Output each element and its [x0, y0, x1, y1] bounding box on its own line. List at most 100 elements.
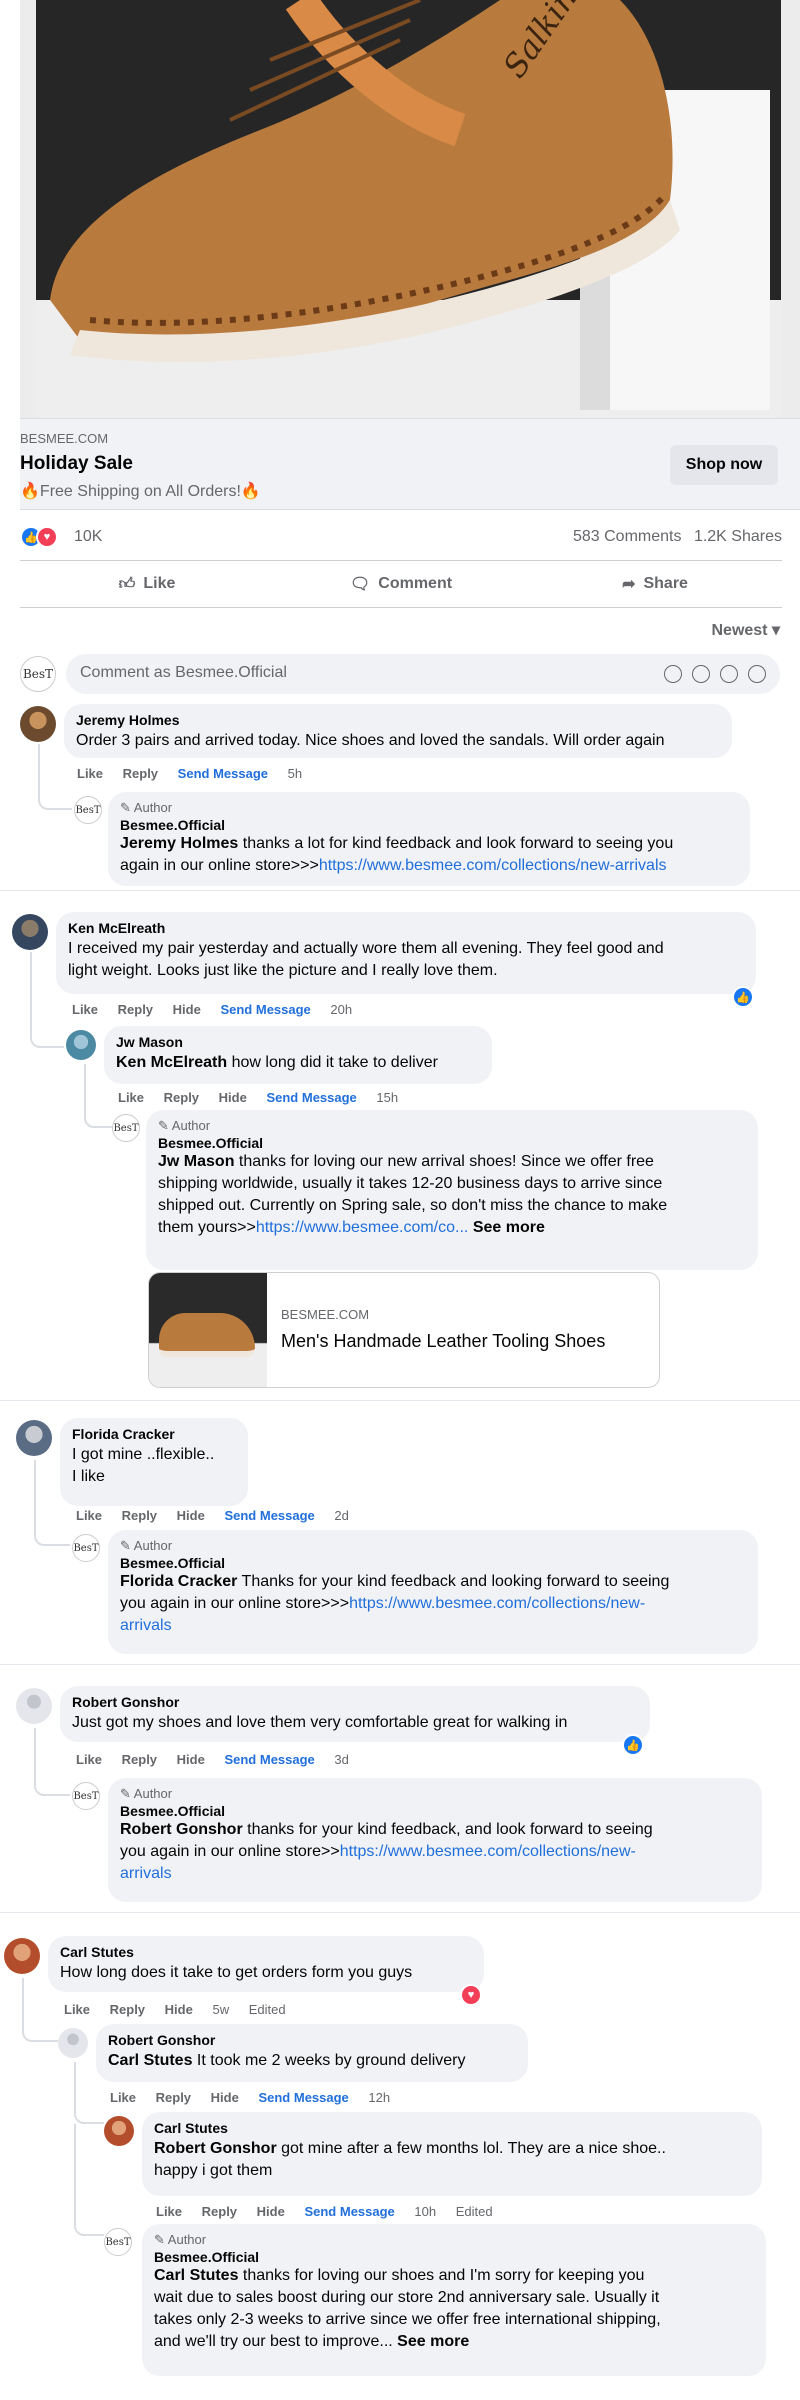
- reply-author[interactable]: Carl Stutes: [154, 2120, 750, 2136]
- reply-link[interactable]: Reply: [156, 2090, 191, 2105]
- link-preview[interactable]: BESMEE.COM Holiday Sale 🔥Free Shipping o…: [20, 418, 800, 510]
- mention[interactable]: Carl Stutes: [154, 2267, 238, 2284]
- post-image[interactable]: Salkin: [20, 0, 800, 418]
- timestamp[interactable]: 5w: [212, 2002, 229, 2017]
- timestamp[interactable]: 20h: [330, 1002, 352, 1017]
- page-avatar: BesT: [20, 656, 56, 692]
- shop-now-button[interactable]: Shop now: [670, 445, 778, 485]
- composer-tools: [664, 665, 766, 683]
- like-link[interactable]: Like: [76, 1752, 102, 1767]
- mention[interactable]: Jeremy Holmes: [120, 835, 238, 852]
- reply-link[interactable]: Reply: [110, 2002, 145, 2017]
- timestamp[interactable]: 12h: [368, 2090, 390, 2105]
- comment-author[interactable]: Carl Stutes: [60, 1944, 472, 1960]
- reactions-bar: 👍 ♥ 10K 583 Comments 1.2K Shares: [20, 518, 782, 554]
- reply-link[interactable]: Reply: [123, 766, 158, 781]
- mention[interactable]: Ken McElreath: [116, 1054, 227, 1071]
- timestamp[interactable]: 10h: [414, 2204, 436, 2219]
- mention[interactable]: Robert Gonshor: [154, 2140, 277, 2157]
- like-link[interactable]: Like: [77, 766, 103, 781]
- shares-count[interactable]: 1.2K Shares: [694, 528, 782, 545]
- reply-link-url[interactable]: https://www.besmee.com/collections/new-a…: [319, 857, 667, 874]
- reply-link[interactable]: Reply: [164, 1090, 199, 1105]
- reply-link-url[interactable]: arrivals: [120, 1617, 172, 1634]
- reply-link-url[interactable]: https://www.besmee.com/collections/new-: [349, 1595, 645, 1612]
- comment-author[interactable]: Robert Gonshor: [72, 1694, 638, 1710]
- like-link[interactable]: Like: [72, 1002, 98, 1017]
- reply-author[interactable]: Robert Gonshor: [108, 2032, 516, 2048]
- like-link[interactable]: Like: [118, 1090, 144, 1105]
- like-link[interactable]: Like: [76, 1508, 102, 1523]
- reply-link[interactable]: Reply: [122, 1752, 157, 1767]
- timestamp[interactable]: 2d: [334, 1508, 348, 1523]
- reply-author[interactable]: Jw Mason: [116, 1034, 480, 1050]
- reply-link-url[interactable]: arrivals: [120, 1865, 172, 1882]
- comment-author[interactable]: Jeremy Holmes: [76, 712, 720, 728]
- share-button[interactable]: ➦ Share: [528, 561, 782, 607]
- hide-link[interactable]: Hide: [177, 1752, 205, 1767]
- send-message-link[interactable]: Send Message: [224, 1508, 314, 1523]
- send-message-link[interactable]: Send Message: [266, 1090, 356, 1105]
- comment-button[interactable]: 🗨︎ Comment: [274, 561, 528, 607]
- comments-count[interactable]: 583 Comments: [573, 528, 682, 545]
- comment-author[interactable]: Florida Cracker: [72, 1426, 236, 1442]
- like-button[interactable]: 👍︎ Like: [20, 561, 274, 607]
- gif-icon[interactable]: [720, 665, 738, 683]
- reply-author[interactable]: Besmee.Official: [120, 1555, 746, 1571]
- reaction-count[interactable]: 10K: [74, 528, 102, 546]
- comment-input[interactable]: Comment as Besmee.Official: [66, 654, 780, 694]
- love-reaction-icon[interactable]: ♥: [460, 1984, 482, 2006]
- product-link-card[interactable]: BESMEE.COM Men's Handmade Leather Toolin…: [148, 1272, 660, 1388]
- send-message-link[interactable]: Send Message: [258, 2090, 348, 2105]
- reply-link[interactable]: Reply: [202, 2204, 237, 2219]
- author-badge: ✎ Author: [120, 1786, 173, 1801]
- reply-author[interactable]: Besmee.Official: [158, 1135, 746, 1151]
- camera-icon[interactable]: [692, 665, 710, 683]
- reply-link-url[interactable]: https://www.besmee.com/co...: [256, 1219, 469, 1236]
- mention[interactable]: Florida Cracker: [120, 1573, 237, 1590]
- send-message-link[interactable]: Send Message: [178, 766, 268, 781]
- avatar[interactable]: [12, 914, 48, 950]
- timestamp[interactable]: 15h: [376, 1090, 398, 1105]
- see-more-link[interactable]: See more: [397, 2333, 469, 2350]
- sort-dropdown[interactable]: Newest ▾: [711, 620, 780, 640]
- avatar[interactable]: [4, 1938, 40, 1974]
- comment-author[interactable]: Ken McElreath: [68, 920, 744, 936]
- like-link[interactable]: Like: [110, 2090, 136, 2105]
- like-reaction-icon[interactable]: 👍: [732, 986, 754, 1008]
- emoji-icon[interactable]: [664, 665, 682, 683]
- reply-link-url[interactable]: https://www.besmee.com/collections/new-: [340, 1843, 636, 1860]
- avatar[interactable]: [66, 1030, 96, 1060]
- avatar[interactable]: [20, 706, 56, 742]
- send-message-link[interactable]: Send Message: [304, 2204, 394, 2219]
- avatar[interactable]: [16, 1688, 52, 1724]
- like-link[interactable]: Like: [156, 2204, 182, 2219]
- mention[interactable]: Robert Gonshor: [120, 1821, 243, 1838]
- mention[interactable]: Jw Mason: [158, 1153, 234, 1170]
- send-message-link[interactable]: Send Message: [224, 1752, 314, 1767]
- avatar[interactable]: [104, 2116, 134, 2146]
- hide-link[interactable]: Hide: [165, 2002, 193, 2017]
- sticker-icon[interactable]: [748, 665, 766, 683]
- send-message-link[interactable]: Send Message: [220, 1002, 310, 1017]
- timestamp[interactable]: 3d: [334, 1752, 348, 1767]
- shoe-photo: Salkin: [20, 0, 800, 418]
- avatar[interactable]: [58, 2028, 88, 2058]
- reply-author[interactable]: Besmee.Official: [120, 1803, 750, 1819]
- hide-link[interactable]: Hide: [219, 1090, 247, 1105]
- hide-link[interactable]: Hide: [177, 1508, 205, 1523]
- hide-link[interactable]: Hide: [211, 2090, 239, 2105]
- reply-author[interactable]: Besmee.Official: [154, 2249, 754, 2265]
- avatar[interactable]: [16, 1420, 52, 1456]
- see-more-link[interactable]: See more: [473, 1219, 545, 1236]
- timestamp[interactable]: 5h: [288, 766, 302, 781]
- like-reaction-icon[interactable]: 👍: [622, 1734, 644, 1756]
- reaction-icons[interactable]: 👍 ♥: [20, 526, 66, 548]
- hide-link[interactable]: Hide: [257, 2204, 285, 2219]
- mention[interactable]: Carl Stutes: [108, 2052, 192, 2069]
- hide-link[interactable]: Hide: [173, 1002, 201, 1017]
- like-link[interactable]: Like: [64, 2002, 90, 2017]
- reply-link[interactable]: Reply: [118, 1002, 153, 1017]
- reply-author[interactable]: Besmee.Official: [120, 817, 738, 833]
- reply-link[interactable]: Reply: [122, 1508, 157, 1523]
